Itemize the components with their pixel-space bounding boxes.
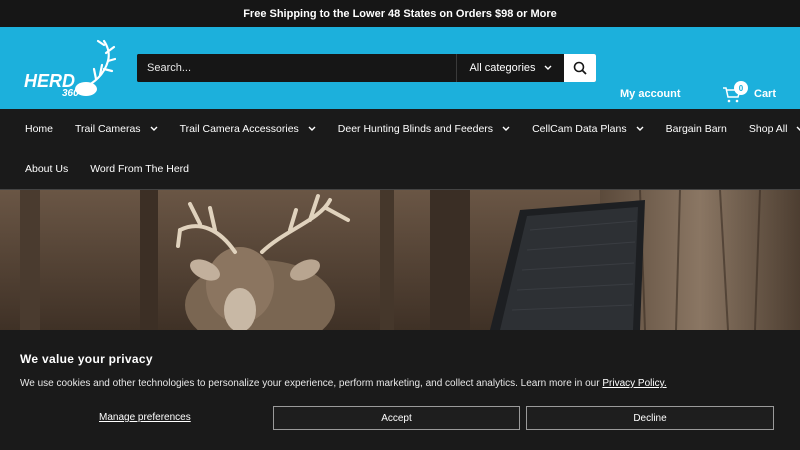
nav-item-label: Deer Hunting Blinds and Feeders xyxy=(337,123,494,135)
manage-preferences-link[interactable]: Manage preferences xyxy=(99,412,191,423)
cart-count-badge: 0 xyxy=(734,81,748,95)
chevron-down-icon xyxy=(636,126,644,131)
search-input[interactable] xyxy=(137,54,456,82)
hero-image[interactable] xyxy=(0,190,800,330)
chevron-down-icon xyxy=(308,126,316,131)
category-select[interactable]: All categories xyxy=(456,54,564,82)
herd360-logo[interactable]: HERD 360 xyxy=(24,39,117,99)
category-select-label: All categories xyxy=(469,62,536,74)
nav-item-cellcam-data-plans[interactable]: CellCam Data Plans xyxy=(532,123,644,135)
nav-item-label: About Us xyxy=(25,163,69,175)
announcement-bar: Free Shipping to the Lower 48 States on … xyxy=(0,0,800,27)
nav-item-label: CellCam Data Plans xyxy=(532,123,627,135)
decline-button[interactable]: Decline xyxy=(526,406,774,430)
my-account-link[interactable]: My account xyxy=(620,88,681,100)
svg-text:360: 360 xyxy=(62,88,79,99)
chevron-down-icon xyxy=(150,126,158,131)
cookie-banner: We value your privacy We use cookies and… xyxy=(0,330,800,450)
nav-row-1: Home Trail Cameras Trail Camera Accessor… xyxy=(0,109,800,149)
cookie-text: We use cookies and other technologies to… xyxy=(20,378,667,389)
search-icon xyxy=(573,61,587,75)
cookie-title: We value your privacy xyxy=(20,352,153,366)
nav-item-label: Trail Cameras xyxy=(75,123,141,135)
nav-item-label: Home xyxy=(25,123,54,135)
nav-item-label: Word From The Herd xyxy=(90,163,190,175)
cookie-description: We use cookies and other technologies to… xyxy=(20,378,600,389)
site-header: HERD 360 All categories My account 0 Car… xyxy=(0,27,800,109)
nav-item-home[interactable]: Home xyxy=(25,123,53,135)
chevron-down-icon xyxy=(502,126,510,131)
chevron-down-icon xyxy=(544,65,552,70)
nav-item-about-us[interactable]: About Us xyxy=(25,163,68,175)
chevron-down-icon xyxy=(796,126,800,131)
cart-link[interactable]: 0 Cart xyxy=(722,81,777,104)
announcement-text: Free Shipping to the Lower 48 States on … xyxy=(243,7,557,20)
accept-button[interactable]: Accept xyxy=(273,406,520,430)
cart-label: Cart xyxy=(754,88,777,100)
nav-item-trail-camera-accessories[interactable]: Trail Camera Accessories xyxy=(180,123,316,135)
nav-item-label: Bargain Barn xyxy=(665,123,727,135)
nav-item-label: Trail Camera Accessories xyxy=(179,123,299,135)
nav-item-shop-all[interactable]: Shop All xyxy=(749,123,800,135)
search-bar: All categories xyxy=(137,54,596,82)
search-button[interactable] xyxy=(564,54,596,82)
nav-item-trail-cameras[interactable]: Trail Cameras xyxy=(75,123,158,135)
nav-item-word-from-the-herd[interactable]: Word From The Herd xyxy=(90,163,189,175)
nav-row-2: About Us Word From The Herd xyxy=(0,149,800,189)
main-nav: Home Trail Cameras Trail Camera Accessor… xyxy=(0,109,800,190)
privacy-policy-link[interactable]: Privacy Policy. xyxy=(602,378,666,389)
nav-item-bargain-barn[interactable]: Bargain Barn xyxy=(666,123,727,135)
cart-icon: 0 xyxy=(722,81,748,104)
nav-item-blinds-feeders[interactable]: Deer Hunting Blinds and Feeders xyxy=(338,123,510,135)
nav-item-label: Shop All xyxy=(748,123,788,135)
